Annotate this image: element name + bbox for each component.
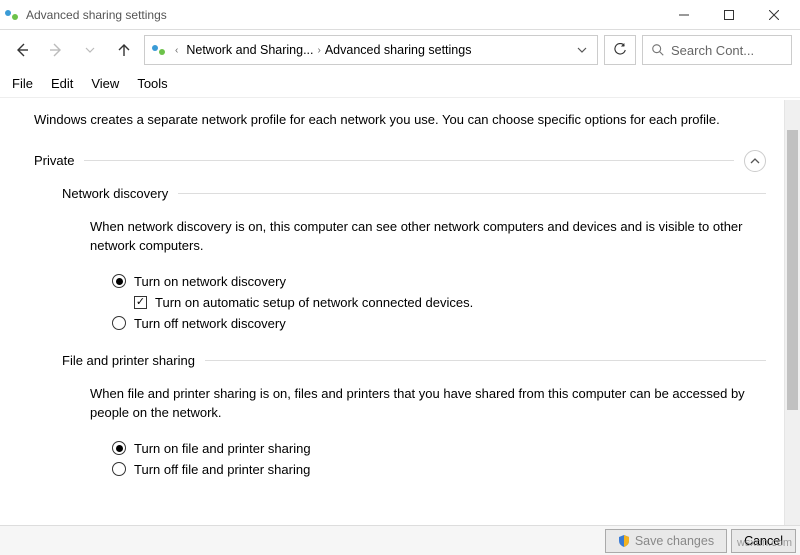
- radio-icon: [112, 316, 126, 330]
- checkbox-icon: [134, 296, 147, 309]
- network-discovery-desc: When network discovery is on, this compu…: [90, 217, 766, 256]
- address-dropdown[interactable]: [573, 43, 591, 58]
- refresh-button[interactable]: [604, 35, 636, 65]
- footer: Save changes Cancel: [0, 525, 800, 555]
- menu-tools[interactable]: Tools: [137, 76, 167, 91]
- titlebar: Advanced sharing settings: [0, 0, 800, 30]
- network-sharing-icon: [151, 42, 167, 58]
- search-icon: [651, 43, 665, 57]
- shield-icon: [618, 535, 630, 547]
- close-button[interactable]: [751, 0, 796, 30]
- breadcrumb-item-advanced[interactable]: Advanced sharing settings: [325, 43, 472, 57]
- radio-icon: [112, 441, 126, 455]
- back-button[interactable]: [8, 36, 36, 64]
- private-section-title: Private: [34, 153, 74, 168]
- chevron-up-icon: [750, 156, 760, 166]
- search-placeholder: Search Cont...: [671, 43, 754, 58]
- radio-turn-off-sharing[interactable]: Turn off file and printer sharing: [112, 462, 766, 477]
- vertical-scrollbar[interactable]: [784, 100, 800, 525]
- radio-icon: [112, 274, 126, 288]
- radio-icon: [112, 462, 126, 476]
- network-icon: [4, 7, 20, 23]
- collapse-toggle[interactable]: [744, 150, 766, 172]
- window-controls: [661, 0, 796, 30]
- radio-turn-off-discovery[interactable]: Turn off network discovery: [112, 316, 766, 331]
- maximize-button[interactable]: [706, 0, 751, 30]
- menu-edit[interactable]: Edit: [51, 76, 73, 91]
- private-section-header: Private: [34, 150, 766, 172]
- section-divider: [84, 160, 734, 161]
- search-input[interactable]: Search Cont...: [642, 35, 792, 65]
- radio-turn-on-sharing[interactable]: Turn on file and printer sharing: [112, 441, 766, 456]
- file-printer-section: File and printer sharing When file and p…: [62, 353, 766, 477]
- menu-file[interactable]: File: [12, 76, 33, 91]
- section-divider: [205, 360, 766, 361]
- navbar: ‹ Network and Sharing... › Advanced shar…: [0, 30, 800, 70]
- section-divider: [178, 193, 766, 194]
- radio-label: Turn off file and printer sharing: [134, 462, 310, 477]
- file-printer-desc: When file and printer sharing is on, fil…: [90, 384, 766, 423]
- menu-view[interactable]: View: [91, 76, 119, 91]
- radio-label: Turn on network discovery: [134, 274, 286, 289]
- radio-label: Turn off network discovery: [134, 316, 286, 331]
- forward-button[interactable]: [42, 36, 70, 64]
- checkbox-auto-setup[interactable]: Turn on automatic setup of network conne…: [134, 295, 766, 310]
- radio-label: Turn on file and printer sharing: [134, 441, 311, 456]
- chevron-right-icon: ‹: [173, 45, 180, 56]
- intro-text: Windows creates a separate network profi…: [34, 110, 766, 130]
- network-discovery-section: Network discovery When network discovery…: [62, 186, 766, 331]
- network-discovery-title: Network discovery: [62, 186, 168, 201]
- minimize-button[interactable]: [661, 0, 706, 30]
- checkbox-label: Turn on automatic setup of network conne…: [155, 295, 473, 310]
- scrollbar-thumb[interactable]: [787, 130, 798, 410]
- save-button-label: Save changes: [635, 534, 714, 548]
- content-area: Windows creates a separate network profi…: [0, 100, 800, 525]
- breadcrumb: Network and Sharing... › Advanced sharin…: [186, 43, 471, 57]
- window-title: Advanced sharing settings: [26, 8, 661, 22]
- radio-turn-on-discovery[interactable]: Turn on network discovery: [112, 274, 766, 289]
- file-printer-title: File and printer sharing: [62, 353, 195, 368]
- breadcrumb-item-network[interactable]: Network and Sharing...: [186, 43, 313, 57]
- recent-dropdown[interactable]: [76, 36, 104, 64]
- chevron-right-icon: ›: [316, 45, 323, 56]
- menubar: File Edit View Tools: [0, 70, 800, 98]
- save-changes-button[interactable]: Save changes: [605, 529, 727, 553]
- watermark: wsxdn.com: [737, 537, 792, 549]
- address-bar[interactable]: ‹ Network and Sharing... › Advanced shar…: [144, 35, 598, 65]
- up-button[interactable]: [110, 36, 138, 64]
